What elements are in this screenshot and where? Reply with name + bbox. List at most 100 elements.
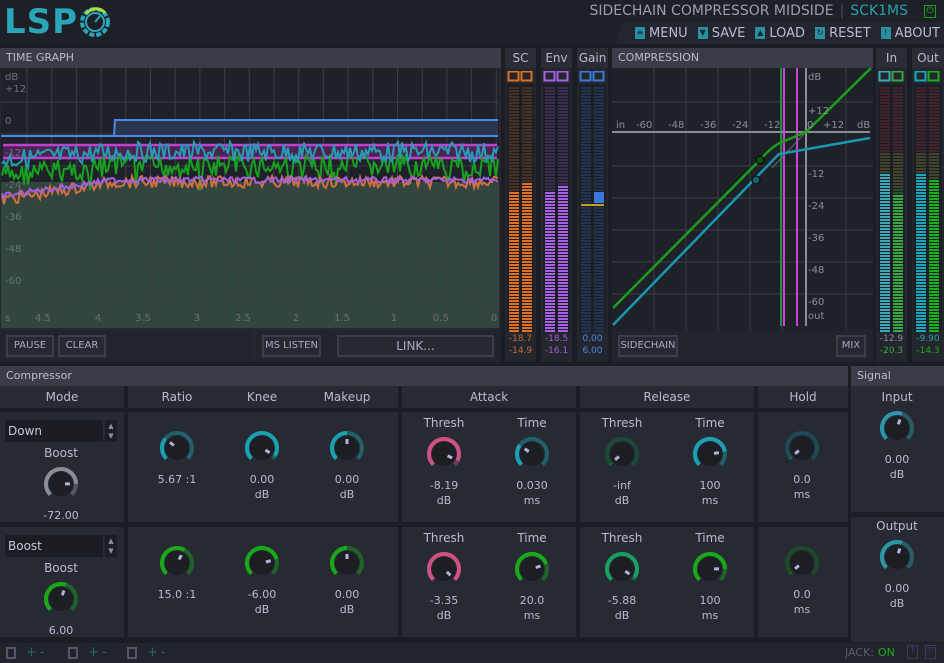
meter-segment [929,153,939,155]
knob-dial[interactable] [877,537,917,577]
menu-item-reset[interactable]: ↻ RESET [815,26,871,41]
meter-segment [522,255,532,257]
knob-value: -72.00 [43,509,79,522]
channel-swatch-0 [579,71,592,82]
help-icon[interactable]: ? [907,645,918,659]
knob-dial[interactable] [782,428,822,468]
knob-dial[interactable] [690,434,730,474]
knob-dial[interactable] [424,549,464,589]
knob-unit: dB [889,597,905,610]
meter-segment [558,279,568,281]
meter-segment [594,234,604,236]
meter-segment [581,264,591,266]
meter-segment [929,147,939,149]
font-scale-icon[interactable] [127,647,137,659]
column-mode: Mode [0,386,124,408]
knob-dial[interactable] [242,543,282,583]
mode-select[interactable]: Boost ▲ ▼ [5,535,117,557]
knob-dial[interactable] [327,428,367,468]
meter-segment [558,285,568,287]
meter-segment [522,291,532,293]
menu-item-load[interactable]: ▲ LOAD [755,26,805,41]
meter-segment [916,276,926,278]
meter-segment [880,171,890,173]
knob-dial[interactable] [512,434,552,474]
knob-dial[interactable] [602,434,642,474]
window-size-zoom[interactable]: +- [26,645,48,660]
knob-dial[interactable] [424,434,464,474]
pause-button[interactable]: PAUSE [6,335,54,357]
meter-segment [594,177,604,179]
knob-dial[interactable] [512,549,552,589]
power-icon[interactable]: ⏻ [924,5,936,18]
knob-dial[interactable] [782,543,822,583]
knob-dial[interactable] [41,579,81,619]
ui-scale-icon[interactable] [68,647,78,659]
meter-segment [558,111,568,113]
meter-segment [594,261,604,263]
y-axis-label: -60 [5,276,21,287]
meter-segment [509,120,519,122]
meter-segment [522,210,532,212]
release-time-knob: Time 100 ms [670,531,750,623]
knob-dial[interactable] [327,543,367,583]
font-scale-zoom[interactable]: +- [147,645,169,660]
menu-item-save[interactable]: ▼ SAVE [697,26,745,41]
meter-segment [509,174,519,176]
meter-label: Out [912,48,944,68]
meter-segment [880,144,890,146]
meter-segment [545,297,555,299]
knob-value: 0.0 [793,588,811,601]
x-axis-label: 4 [95,313,101,324]
time-graph-title: TIME GRAPH [0,48,501,68]
knob-body [790,551,814,575]
knob-body [520,442,544,466]
mode-select[interactable]: Down ▲ ▼ [5,420,117,442]
knob-dial[interactable] [157,428,197,468]
knob-dial[interactable] [602,549,642,589]
meter-segment [581,273,591,275]
meter-segment [509,225,519,227]
ms-listen-button[interactable]: MS LISTEN [262,335,321,357]
meter-segment [522,192,532,194]
meter-segment [916,129,926,131]
meter-segment [581,261,591,263]
window-size-icon[interactable] [6,647,16,659]
meter-segment [594,123,604,125]
menu-item-menu[interactable]: ≡ MENU [635,26,688,41]
meter-value-right: -14.9 [508,346,533,356]
meter-segment [522,198,532,200]
meter-segment [522,264,532,266]
meter-segment [929,231,939,233]
knob-dial[interactable] [690,549,730,589]
knob-dial[interactable] [157,543,197,583]
knob-value: 0.00 [334,473,360,486]
knob-dial[interactable] [877,408,917,448]
sidechain-button[interactable]: SIDECHAIN [618,335,678,357]
meter-segment [581,252,591,254]
meter-segment [581,171,591,173]
input-axis-label: -36 [700,120,716,131]
meter-segment [916,246,926,248]
meter-segment [880,327,890,329]
link-button[interactable]: LINK... [337,335,494,357]
knob-body [610,442,634,466]
meter-segment [929,177,939,179]
knob-dial[interactable] [242,428,282,468]
meter-segment [916,219,926,221]
meter-segment [594,321,604,323]
mix-button[interactable]: MIX [836,335,866,357]
meter-segment [893,180,903,182]
meter-segment [558,294,568,296]
meter-segment [522,111,532,113]
ui-scale-zoom[interactable]: +- [88,645,110,660]
resize-icon[interactable]: ⤧ [925,645,936,659]
meter-segment [594,102,604,104]
meter-segment [893,147,903,149]
meter-segment [509,237,519,239]
knob-dial[interactable] [41,464,81,504]
meter-segment [558,126,568,128]
menu-item-about[interactable]: ! ABOUT [880,26,940,41]
meter-segment [880,270,890,272]
clear-button[interactable]: CLEAR [58,335,106,357]
